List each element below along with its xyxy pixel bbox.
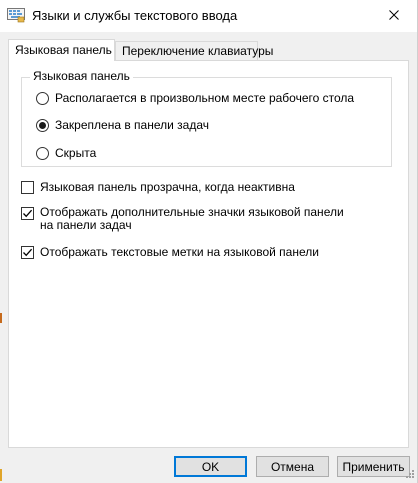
radio-label: Закреплена в панели задач [55, 118, 209, 132]
checkbox-text-labels[interactable]: Отображать текстовые метки на языковой п… [21, 245, 319, 259]
radio-label: Скрыта [55, 146, 97, 160]
tab-language-bar[interactable]: Языковая панель [8, 39, 115, 61]
checkbox-label: Отображать дополнительные значки языково… [40, 205, 344, 232]
background-window-edge [0, 469, 2, 481]
groupbox-title: Языковая панель [30, 69, 133, 83]
ok-button[interactable]: OK [174, 456, 247, 477]
title-bar: Языки и службы текстового ввода [0, 0, 417, 32]
radio-docked-taskbar[interactable]: Закреплена в панели задач [36, 118, 209, 132]
apply-button[interactable]: Применить [337, 456, 410, 477]
radio-button[interactable] [36, 119, 49, 132]
radio-floating[interactable]: Располагается в произвольном месте рабоч… [36, 91, 354, 105]
checkbox[interactable] [21, 181, 34, 194]
radio-hidden[interactable]: Скрыта [36, 146, 96, 160]
radio-button[interactable] [36, 92, 49, 105]
cancel-button[interactable]: Отмена [256, 456, 329, 477]
checkbox-label: Отображать текстовые метки на языковой п… [40, 245, 319, 259]
radio-button[interactable] [36, 147, 49, 160]
window-title: Языки и службы текстового ввода [32, 8, 238, 23]
radio-label: Располагается в произвольном месте рабоч… [55, 91, 355, 105]
dialog-window: Языки и службы текстового ввода Языковая… [0, 0, 418, 483]
checkbox[interactable] [21, 207, 34, 220]
tab-label: Языковая панель [15, 43, 112, 57]
checkbox-extra-icons[interactable]: Отображать дополнительные значки языково… [21, 206, 360, 232]
close-icon [389, 9, 399, 23]
close-button[interactable] [371, 0, 417, 32]
checkmark-icon [23, 209, 33, 218]
keyboard-language-icon [7, 8, 25, 23]
checkbox[interactable] [21, 246, 34, 259]
background-window-edge [0, 313, 2, 323]
checkbox-transparent[interactable]: Языковая панель прозрачна, когда неактив… [21, 180, 295, 194]
tab-label: Переключение клавиатуры [122, 44, 274, 58]
tab-keyboard-switching[interactable]: Переключение клавиатуры [115, 41, 273, 60]
resize-grip-icon[interactable] [403, 469, 415, 481]
checkmark-icon [23, 248, 33, 257]
checkbox-label: Языковая панель прозрачна, когда неактив… [40, 180, 295, 194]
